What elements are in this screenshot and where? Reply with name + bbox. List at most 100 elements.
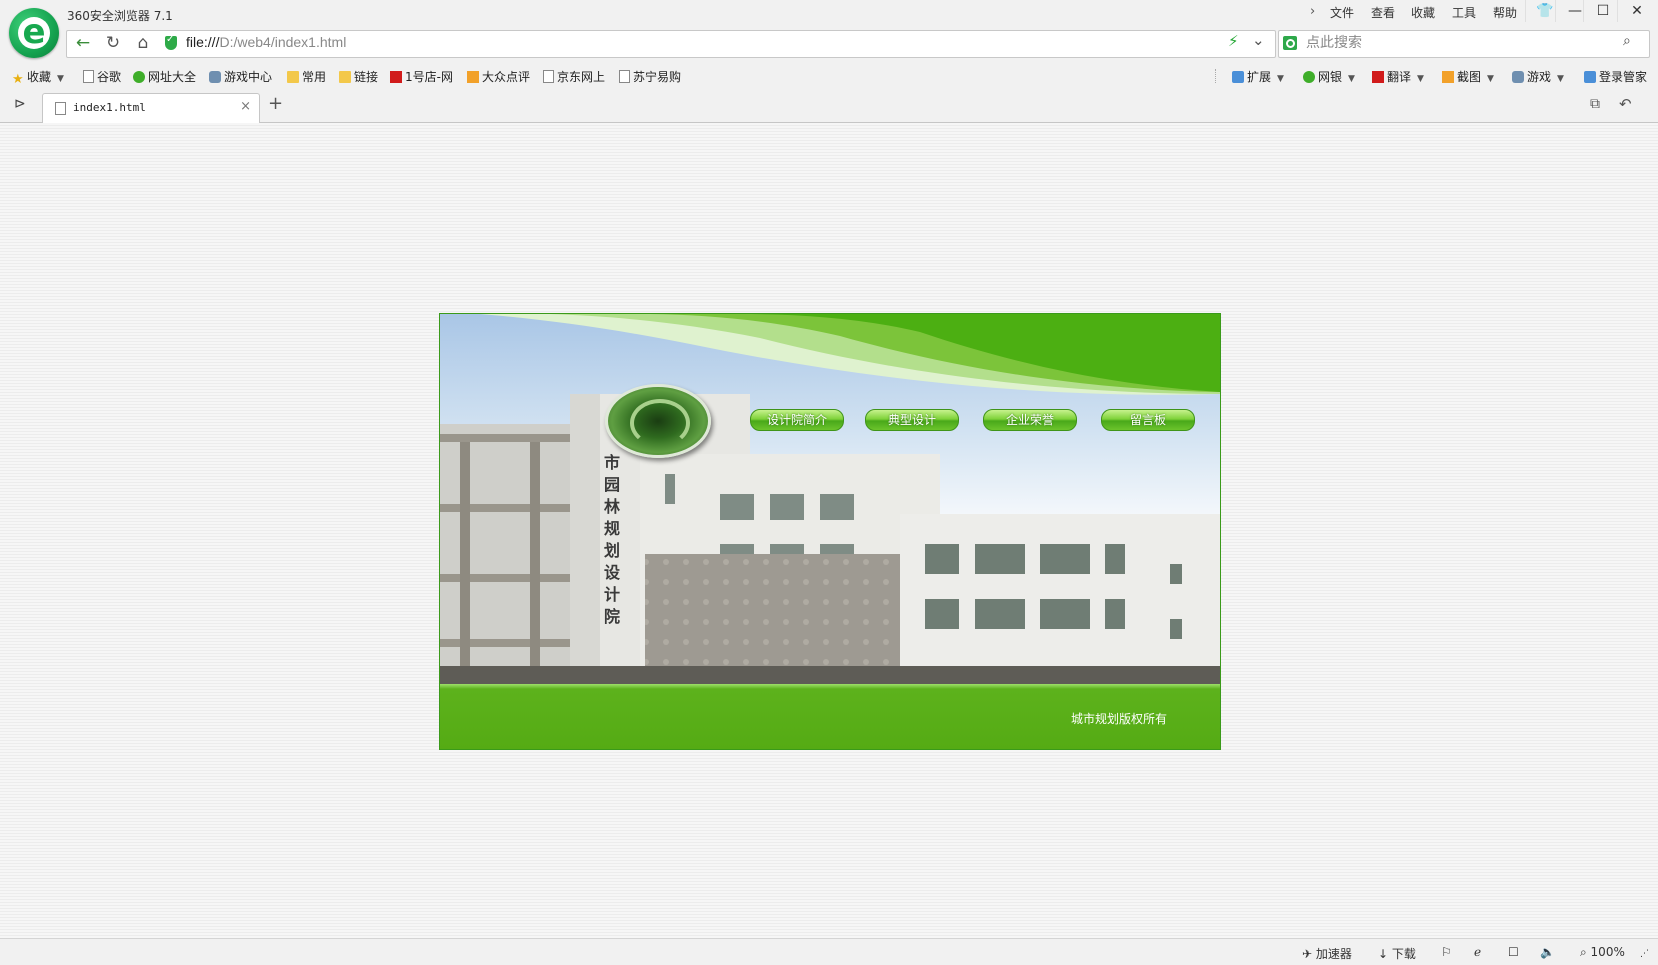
search-engine-icon[interactable] — [1283, 36, 1297, 50]
toolbar-login-manager[interactable]: 登录管家 — [1584, 68, 1647, 85]
download-button[interactable]: ↓ 下载 — [1378, 945, 1416, 962]
bookmark-label: 京东网上 — [557, 70, 606, 84]
folder-icon — [339, 71, 351, 83]
folder-icon — [287, 71, 299, 83]
navigation-bar: ← ↻ ⌂ file:///D:/web4/index1.html ⚡ ⌄ ⌕ — [0, 28, 1658, 62]
menu-favorites[interactable]: 收藏 — [1411, 4, 1435, 21]
toolbar-label: 游戏 — [1527, 70, 1552, 84]
bookmark-links[interactable]: 链接 — [339, 68, 378, 85]
chevron-down-icon[interactable]: ▼ — [1487, 74, 1494, 84]
refresh-icon[interactable]: ↻ — [100, 30, 126, 56]
bookmark-jd[interactable]: 京东网上 — [543, 68, 605, 85]
nav-honors[interactable]: 企业荣誉 — [983, 409, 1077, 431]
nav-designs[interactable]: 典型设计 — [865, 409, 959, 431]
zoom-level: 100% — [1590, 945, 1625, 959]
speed-mode-icon[interactable]: ⚡ — [1228, 32, 1239, 50]
bookmark-label: 大众点评 — [482, 70, 531, 84]
search-input[interactable] — [1304, 33, 1618, 53]
bookmark-dianping[interactable]: 大众点评 — [467, 68, 530, 85]
toolbar-extensions[interactable]: 扩展 ▼ — [1232, 68, 1284, 85]
home-icon[interactable]: ⌂ — [130, 30, 156, 56]
toolbar-games[interactable]: 游戏 ▼ — [1512, 68, 1564, 85]
undo-close-icon[interactable]: ↶ — [1619, 95, 1632, 113]
page-icon — [619, 70, 630, 83]
security-shield-icon[interactable] — [165, 34, 177, 50]
menu-view[interactable]: 查看 — [1371, 4, 1395, 21]
nav-about[interactable]: 设计院简介 — [750, 409, 844, 431]
download-icon: ↓ — [1378, 947, 1392, 961]
chevron-down-icon[interactable]: ▼ — [1417, 74, 1424, 84]
site-name: 市园林规划设计院 — [603, 453, 620, 626]
url-dropdown-icon[interactable]: ⌄ — [1252, 31, 1265, 49]
zoom-control[interactable]: ⌕ 100% — [1580, 945, 1625, 960]
toolbar-label: 扩展 — [1247, 70, 1272, 84]
restore-tabs-icon[interactable]: ⧉ — [1590, 96, 1600, 112]
menu-file[interactable]: 文件 — [1330, 4, 1354, 21]
ie-mode-icon[interactable]: ℯ — [1474, 945, 1481, 959]
screenshot-icon — [1442, 71, 1454, 83]
bookmark-game-center[interactable]: 游戏中心 — [209, 68, 272, 85]
toolbar-divider — [1215, 69, 1217, 83]
chevron-down-icon[interactable]: ▼ — [1348, 74, 1355, 84]
new-tab-icon[interactable]: + — [268, 93, 283, 114]
toolbar-label: 网银 — [1318, 70, 1343, 84]
bookmarks-bar: ★ 收藏 ▼ 谷歌 网址大全 游戏中心 常用 链接 1号店-网 大众点评 京东网上 … — [0, 62, 1658, 90]
window-icon[interactable]: ☐ — [1508, 945, 1519, 959]
extensions-icon — [1232, 71, 1244, 83]
download-label: 下载 — [1391, 947, 1416, 961]
page-icon — [543, 70, 554, 83]
rocket-icon: ✈ — [1302, 947, 1316, 961]
site-container: 市园林规划设计院 设计院简介 典型设计 企业荣誉 留言板 城市规划版权所有 — [439, 313, 1221, 750]
sidebar-toggle-icon[interactable]: ⊳ — [14, 96, 26, 112]
search-icon[interactable]: ⌕ — [1623, 33, 1631, 49]
bookmark-yhd[interactable]: 1号店-网 — [390, 68, 453, 85]
tab-bar: ⊳ index1.html × + ⧉ ↶ — [0, 90, 1658, 123]
menu-tools[interactable]: 工具 — [1452, 4, 1476, 21]
close-icon[interactable]: × — [240, 99, 251, 114]
url-text[interactable]: file:///D:/web4/index1.html — [186, 34, 346, 50]
browser-logo-icon[interactable] — [9, 8, 59, 58]
game-icon — [1512, 71, 1524, 83]
volume-icon[interactable]: 🔈 — [1540, 945, 1555, 959]
url-path: D:/web4/index1.html — [219, 34, 347, 50]
nav-guestbook[interactable]: 留言板 — [1101, 409, 1195, 431]
bookmark-suning[interactable]: 苏宁易购 — [619, 68, 681, 85]
bookmark-label: 链接 — [354, 70, 379, 84]
building-photo — [440, 394, 1220, 684]
chevron-down-icon[interactable]: ▼ — [57, 74, 64, 84]
toolbar-bank[interactable]: 网银 ▼ — [1303, 68, 1355, 85]
back-arrow-icon[interactable]: ← — [70, 30, 96, 56]
chevron-down-icon[interactable]: ▼ — [1277, 74, 1284, 84]
resize-grip-icon[interactable]: ⋰ — [1640, 949, 1649, 959]
chevron-down-icon[interactable]: ▼ — [1557, 74, 1564, 84]
flag-icon[interactable]: ⚐ — [1441, 945, 1452, 959]
url-scheme: file:/// — [186, 34, 220, 50]
bookmark-hao[interactable]: 网址大全 — [133, 68, 196, 85]
bookmark-label: 网址大全 — [148, 70, 197, 84]
green-circle-icon — [133, 71, 145, 83]
menu-help[interactable]: 帮助 — [1493, 4, 1517, 21]
close-button[interactable]: ✕ — [1617, 0, 1656, 22]
toolbar-label: 登录管家 — [1599, 70, 1648, 84]
toolbar-screenshot[interactable]: 截图 ▼ — [1442, 68, 1494, 85]
login-manager-icon — [1584, 71, 1596, 83]
site-logo-emblem[interactable] — [605, 384, 711, 458]
site-footer: 城市规划版权所有 — [440, 684, 1220, 749]
bookmark-favorites[interactable]: ★ 收藏 ▼ — [12, 68, 64, 87]
bookmark-google[interactable]: 谷歌 — [83, 68, 121, 85]
tab-index1[interactable]: index1.html × — [42, 93, 260, 123]
accelerator-button[interactable]: ✈ 加速器 — [1302, 945, 1352, 962]
toolbar-translate[interactable]: 翻译 ▼ — [1372, 68, 1424, 85]
page-viewport: 市园林规划设计院 设计院简介 典型设计 企业荣誉 留言板 城市规划版权所有 — [0, 123, 1658, 938]
accelerator-label: 加速器 — [1315, 947, 1352, 961]
status-bar: ✈ 加速器 ↓ 下载 ⚐ ℯ ☐ 🔈 ⌕ 100% ⋰ — [0, 938, 1658, 965]
dianping-icon — [467, 71, 479, 83]
bookmark-label: 收藏 — [27, 70, 52, 84]
translate-icon — [1372, 71, 1384, 83]
bookmark-common[interactable]: 常用 — [287, 68, 326, 85]
page-icon — [55, 102, 66, 115]
yhd-icon — [390, 71, 402, 83]
site-banner: 市园林规划设计院 设计院简介 典型设计 企业荣誉 留言板 — [440, 314, 1220, 684]
menu-expand-icon[interactable]: › — [1310, 4, 1315, 19]
tab-label: index1.html — [73, 101, 146, 114]
